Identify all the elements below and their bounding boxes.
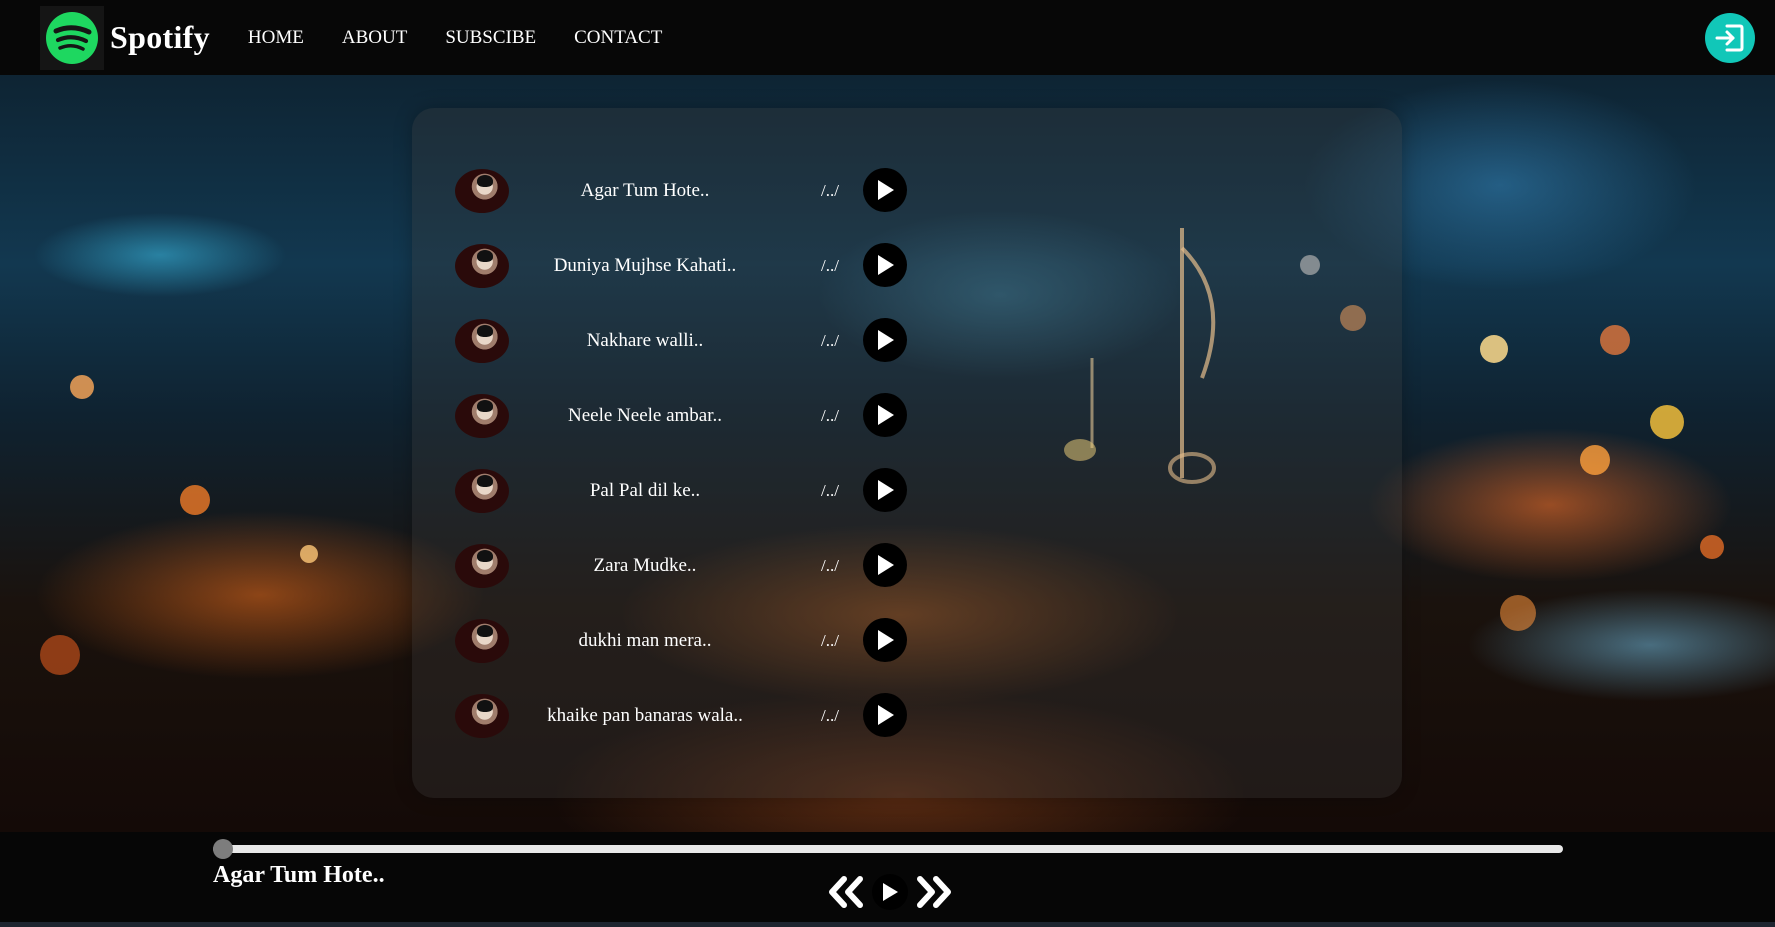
bokeh-light [300, 545, 318, 563]
bokeh-light [70, 375, 94, 399]
now-playing-title: Agar Tum Hote.. [213, 862, 385, 888]
progress-handle[interactable] [213, 839, 233, 859]
song-title: Nakhare walli.. [586, 330, 704, 351]
song-list-card: Agar Tum Hote.. /../ Duniya Mujhse Kahat… [412, 108, 1402, 798]
progress-bar[interactable] [213, 845, 1563, 853]
bokeh-light [1500, 595, 1536, 631]
play-icon [878, 480, 894, 500]
song-cover [455, 469, 509, 513]
brand[interactable]: Spotify [40, 5, 210, 70]
song-play-button[interactable] [863, 693, 907, 737]
song-time: /../ [821, 256, 839, 275]
song-cover [455, 544, 509, 588]
song-cover [455, 619, 509, 663]
player-bar: Agar Tum Hote.. [0, 832, 1775, 922]
bokeh-light [1650, 405, 1684, 439]
song-time: /../ [821, 331, 839, 350]
song-title: Zara Mudke.. [593, 555, 697, 576]
song-play-button[interactable] [863, 168, 907, 212]
hero-background: Agar Tum Hote.. /../ Duniya Mujhse Kahat… [0, 75, 1775, 832]
previous-button[interactable] [826, 875, 866, 909]
nav-links: HOME ABOUT SUBSCIBE CONTACT [248, 27, 662, 49]
play-icon [878, 180, 894, 200]
play-icon [883, 883, 898, 901]
previous-icon [829, 876, 863, 908]
song-row[interactable]: Duniya Mujhse Kahati.. /../ [455, 241, 915, 291]
song-time: /../ [821, 406, 839, 425]
song-cover [455, 319, 509, 363]
bokeh-light [1480, 335, 1508, 363]
nav-contact[interactable]: CONTACT [574, 27, 662, 49]
brand-name: Spotify [110, 19, 210, 55]
song-cover [455, 244, 509, 288]
song-time: /../ [821, 556, 839, 575]
play-icon [878, 630, 894, 650]
play-icon [878, 555, 894, 575]
play-icon [878, 405, 894, 425]
play-icon [878, 255, 894, 275]
song-play-button[interactable] [863, 393, 907, 437]
bottom-edge [0, 922, 1775, 927]
song-title: khaike pan banaras wala.. [547, 705, 743, 726]
song-play-button[interactable] [863, 318, 907, 362]
nav-home[interactable]: HOME [248, 27, 304, 49]
song-play-button[interactable] [863, 468, 907, 512]
song-row[interactable]: Agar Tum Hote.. /../ [455, 166, 915, 216]
song-title: dukhi man mera.. [578, 630, 712, 651]
song-row[interactable]: dukhi man mera.. /../ [455, 616, 915, 666]
song-time: /../ [821, 481, 839, 500]
song-time: /../ [821, 706, 839, 725]
song-title: Agar Tum Hote.. [580, 180, 710, 201]
bokeh-light [1600, 325, 1630, 355]
song-cover [455, 394, 509, 438]
song-row[interactable]: khaike pan banaras wala.. /../ [455, 691, 915, 741]
login-icon [1715, 24, 1744, 52]
song-time: /../ [821, 631, 839, 650]
song-title: Neele Neele ambar.. [567, 405, 723, 426]
nav-about[interactable]: ABOUT [342, 27, 407, 49]
song-row[interactable]: Nakhare walli.. /../ [455, 316, 915, 366]
play-pause-button[interactable] [872, 874, 908, 910]
player-controls [826, 874, 954, 910]
nav-subscribe[interactable]: SUBSCIBE [445, 27, 536, 49]
song-row[interactable]: Neele Neele ambar.. /../ [455, 391, 915, 441]
play-icon [878, 705, 894, 725]
next-icon [917, 876, 951, 908]
song-play-button[interactable] [863, 543, 907, 587]
next-button[interactable] [914, 875, 954, 909]
song-title: Duniya Mujhse Kahati.. [553, 255, 737, 276]
login-button[interactable] [1705, 13, 1755, 63]
bokeh-light [1700, 535, 1724, 559]
bokeh-light [1580, 445, 1610, 475]
play-icon [878, 330, 894, 350]
music-notes-decoration [1064, 228, 1216, 484]
song-play-button[interactable] [863, 243, 907, 287]
spotify-logo-icon [40, 5, 104, 70]
song-play-button[interactable] [863, 618, 907, 662]
song-row[interactable]: Pal Pal dil ke.. /../ [455, 466, 915, 516]
song-title: Pal Pal dil ke.. [589, 480, 701, 501]
song-row[interactable]: Zara Mudke.. /../ [455, 541, 915, 591]
song-cover [455, 694, 509, 738]
song-cover [455, 169, 509, 213]
bokeh-light [40, 635, 80, 675]
bokeh-light [180, 485, 210, 515]
navbar: Spotify HOME ABOUT SUBSCIBE CONTACT [0, 0, 1775, 75]
song-time: /../ [821, 181, 839, 200]
